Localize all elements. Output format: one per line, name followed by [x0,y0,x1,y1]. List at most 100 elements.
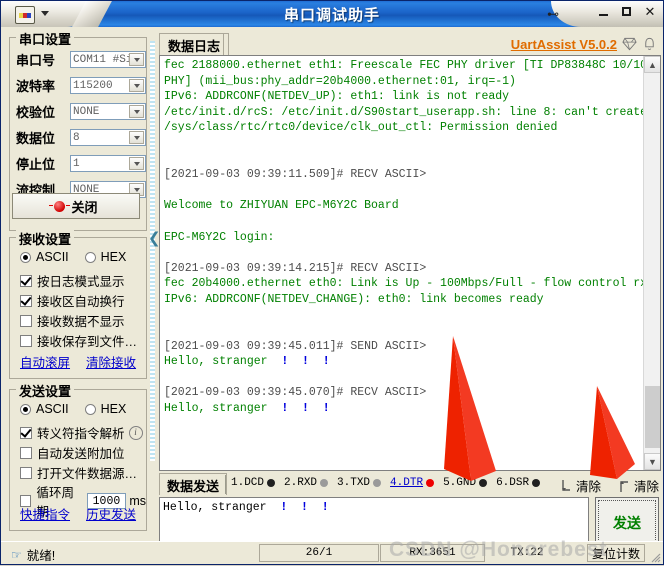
baud-value: 115200 [73,79,113,92]
window-controls: ✕ [597,5,657,19]
receive-option-save-file[interactable]: 接收保存到文件… [20,331,137,350]
pin-rxd[interactable]: 2.RXD [284,477,329,489]
clear-label: 清除 [633,480,659,494]
receive-option-label: 接收数据不显示 [37,315,125,329]
receive-hex-radio[interactable] [84,251,96,263]
receive-links: 自动滚屏 清除接收 [20,352,136,371]
send-option-label: 自动发送附加位 [37,447,125,461]
clear-send-button[interactable]: 清除 [619,476,659,495]
status-dot [426,479,435,487]
status-bar: ☞ 就绪! 26/1 RX:3651 TX:22 复位计数 [1,541,663,564]
field-port: 串口号 COM11 #Si [16,50,146,69]
stopbits-value: 1 [73,157,80,170]
send-option-file-source[interactable]: 打开文件数据源… [20,463,137,482]
receive-settings-legend: 接收设置 [16,229,75,248]
application-window: 串口调试助手 ⊷ ✕ 串口设置 串口号 COM11 #Si 波特率 115200… [0,0,664,565]
send-option-auto-append[interactable]: 自动发送附加位 [20,443,125,462]
minimize-button[interactable] [597,5,611,19]
status-dot [320,479,329,487]
chevron-down-icon[interactable] [129,157,144,170]
field-stopbits-label: 停止位 [16,157,56,172]
send-ascii-radio[interactable] [20,403,31,415]
send-hex-radio[interactable] [84,403,96,415]
scroll-up-button[interactable]: ▲ [644,56,660,73]
receive-option-log-mode[interactable]: 按日志模式显示 [20,271,125,290]
serial-settings-legend: 串口设置 [16,29,75,48]
receive-option-label: 接收保存到文件… [37,335,138,349]
send-option-label: 打开文件数据源… [37,467,138,481]
pin-icon[interactable]: ⊷ [547,7,559,21]
close-button[interactable]: ✕ [643,5,657,19]
chevron-down-icon[interactable] [129,79,144,92]
tab-data-send[interactable]: 数据发送 [159,473,228,495]
pin-dsr[interactable]: 6.DSR [496,477,541,489]
receive-mode-radios: ASCII HEX [20,250,126,264]
chevron-down-icon[interactable] [129,131,144,144]
panel-splitter[interactable]: ❮ [148,41,161,461]
close-port-button[interactable]: 关闭 [12,193,140,219]
tab-divider [223,34,224,55]
clear-receive-link[interactable]: 清除接收 [86,352,136,371]
scroll-thumb[interactable] [645,386,660,448]
splitter-grip[interactable] [150,41,155,461]
diamond-icon[interactable] [622,37,637,51]
send-option-escape[interactable]: 转义符指令解析 i [20,423,143,442]
pin-dtr[interactable]: 4.DTR [390,477,435,489]
maximize-button[interactable] [620,5,634,19]
close-port-label: 关闭 [71,199,98,215]
checkbox[interactable] [20,426,32,439]
field-baud-label: 波特率 [16,79,56,94]
checkbox[interactable] [20,466,32,479]
receive-hex-label: HEX [100,250,127,264]
checkbox[interactable] [20,314,32,327]
port-combo[interactable]: COM11 #Si [70,51,146,68]
receive-option-label: 按日志模式显示 [37,275,125,289]
pin-label: 1.DCD [231,477,265,489]
port-value: COM11 #Si [73,53,129,66]
receive-option-hide-data[interactable]: 接收数据不显示 [20,311,125,330]
checkbox[interactable] [20,294,32,307]
main-panel: 数据日志 UartAssist V5.0.2 fec 2188000.ether… [159,31,661,549]
send-button-label: 发送 [613,515,641,531]
pin-gnd[interactable]: 5.GND [443,477,488,489]
resize-grip-icon[interactable] [649,551,661,563]
pin-label: 5.GND [443,477,477,489]
checkbox[interactable] [20,334,32,347]
log-output[interactable]: fec 2188000.ethernet eth1: Freescale FEC… [159,55,661,471]
send-settings-group: 发送设置 ASCII HEX 转义符指令解析 i 自动发送附加位 打开文件数据源… [9,381,147,531]
clear-receive-button[interactable]: 清除 [561,476,601,495]
scroll-down-button[interactable]: ▼ [644,453,660,470]
parity-combo[interactable]: NONE [70,103,146,120]
databits-combo[interactable]: 8 [70,129,146,146]
pin-dcd[interactable]: 1.DCD [231,477,276,489]
pin-label: 4.DTR [390,477,424,489]
baud-combo[interactable]: 115200 [70,77,146,94]
log-scrollbar[interactable]: ▲ ▼ [643,56,660,470]
settings-sidebar: 串口设置 串口号 COM11 #Si 波特率 115200 校验位 NONE 数… [3,29,155,534]
status-ready: ☞ 就绪! [11,545,55,564]
receive-ascii-radio[interactable] [20,251,31,263]
quick-commands-link[interactable]: 快捷指令 [20,504,70,523]
arrow-down-icon [561,479,570,491]
reset-count-button[interactable]: 复位计数 [586,544,645,562]
parity-value: NONE [73,105,100,118]
brand-link[interactable]: UartAssist V5.0.2 [511,37,617,52]
chevron-down-icon[interactable] [129,105,144,118]
pin-label: 6.DSR [496,477,530,489]
pin-txd[interactable]: 3.TXD [337,477,382,489]
chevron-down-icon[interactable] [129,53,144,66]
receive-option-label: 接收区自动换行 [37,295,125,309]
bell-icon[interactable] [642,36,657,52]
info-icon[interactable]: i [128,425,143,440]
pointer-icon: ☞ [11,547,22,562]
reset-count-label: 复位计数 [591,546,640,561]
stopbits-combo[interactable]: 1 [70,155,146,172]
toolbar-divider [225,475,226,494]
history-send-link[interactable]: 历史发送 [86,504,136,523]
receive-option-autowrap[interactable]: 接收区自动换行 [20,291,125,310]
checkbox[interactable] [20,446,32,459]
tab-data-log[interactable]: 数据日志 [159,33,230,55]
field-stopbits: 停止位 1 [16,154,146,173]
checkbox[interactable] [20,274,32,287]
autoscroll-link[interactable]: 自动滚屏 [20,352,70,371]
